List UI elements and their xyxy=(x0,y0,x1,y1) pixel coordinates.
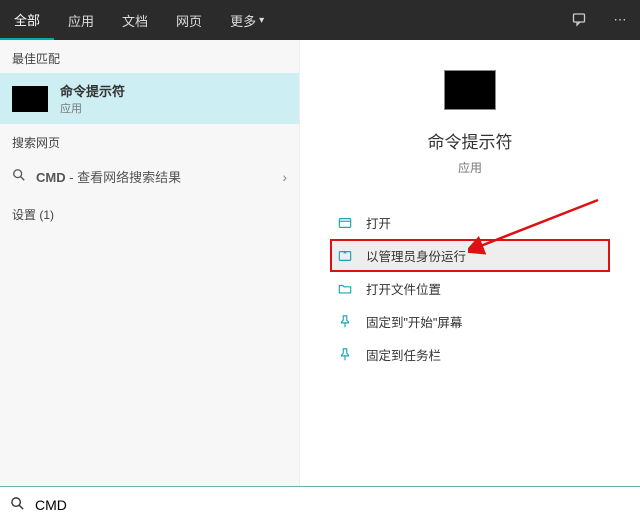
left-panel: 最佳匹配 命令提示符 应用 搜索网页 CMD - 查看网络搜索结果 › 设置 (… xyxy=(0,40,300,486)
tab-apps[interactable]: 应用 xyxy=(54,0,108,40)
result-title: 命令提示符 xyxy=(60,81,125,100)
best-match-header: 最佳匹配 xyxy=(0,40,299,73)
action-open[interactable]: 打开 xyxy=(330,206,610,239)
tab-docs[interactable]: 文档 xyxy=(108,0,162,40)
settings-header: 设置 (1) xyxy=(0,196,299,229)
folder-icon xyxy=(338,282,356,296)
main: 最佳匹配 命令提示符 应用 搜索网页 CMD - 查看网络搜索结果 › 设置 (… xyxy=(0,40,640,486)
action-pin-taskbar[interactable]: 固定到任务栏 xyxy=(330,338,610,371)
detail-title: 命令提示符 xyxy=(330,128,610,153)
action-list: 打开 以管理员身份运行 打开文件位置 固定到"开始"屏幕 固定到任务栏 xyxy=(330,206,610,371)
tab-web[interactable]: 网页 xyxy=(162,0,216,40)
search-icon xyxy=(10,496,25,514)
admin-icon xyxy=(338,249,356,263)
search-icon xyxy=(12,168,26,185)
more-options-icon[interactable]: ⋯ xyxy=(600,0,640,40)
detail-head: 命令提示符 应用 xyxy=(330,70,610,176)
detail-panel: 命令提示符 应用 打开 以管理员身份运行 打开文件位置 固定到"开始"屏幕 xyxy=(300,40,640,486)
search-input[interactable] xyxy=(35,497,630,513)
cmd-thumb-icon xyxy=(12,86,48,112)
feedback-icon[interactable] xyxy=(560,0,600,40)
open-icon xyxy=(338,216,356,230)
action-open-file-location[interactable]: 打开文件位置 xyxy=(330,272,610,305)
best-match-result[interactable]: 命令提示符 应用 xyxy=(0,73,299,124)
topbar: 全部 应用 文档 网页 更多▾ ⋯ xyxy=(0,0,640,40)
detail-sub: 应用 xyxy=(330,159,610,176)
action-pin-start[interactable]: 固定到"开始"屏幕 xyxy=(330,305,610,338)
pin-taskbar-icon xyxy=(338,348,356,362)
result-sub: 应用 xyxy=(60,100,125,116)
search-web-header: 搜索网页 xyxy=(0,124,299,157)
search-web-item[interactable]: CMD - 查看网络搜索结果 › xyxy=(0,157,299,196)
searchbar xyxy=(0,486,640,522)
cmd-large-icon xyxy=(444,70,496,110)
pin-start-icon xyxy=(338,315,356,329)
chevron-down-icon: ▾ xyxy=(259,15,264,26)
tab-more[interactable]: 更多▾ xyxy=(216,0,278,40)
action-run-as-admin[interactable]: 以管理员身份运行 xyxy=(330,239,610,272)
tab-all[interactable]: 全部 xyxy=(0,0,54,40)
chevron-right-icon: › xyxy=(282,169,287,185)
